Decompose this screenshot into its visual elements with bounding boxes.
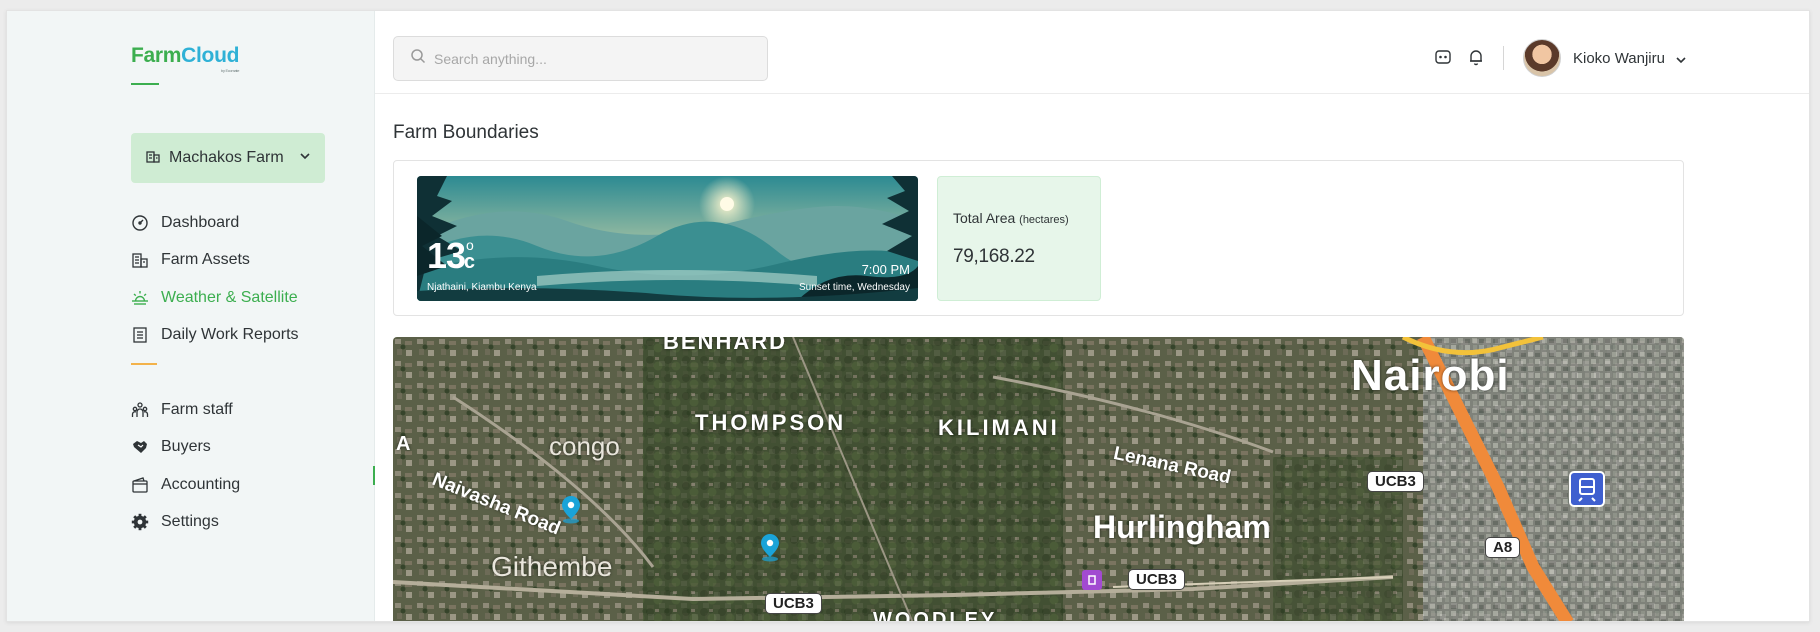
total-area-value: 79,168.22	[953, 246, 1035, 267]
gear-icon	[131, 513, 153, 531]
sidebar-item-label: Buyers	[161, 438, 211, 456]
farm-building-icon	[145, 148, 161, 169]
map-label: Nairobi	[1351, 351, 1510, 400]
sidebar-item-label: Farm staff	[161, 400, 233, 418]
sidebar-item-accounting[interactable]: Accounting	[131, 466, 240, 504]
road-shield: A8	[1485, 537, 1521, 558]
logo-farm-text: Farm	[131, 44, 182, 67]
sidebar-item-label: Accounting	[161, 475, 241, 493]
temperature-value: 13	[427, 235, 466, 276]
header-divider	[1503, 46, 1504, 70]
total-area-unit: (hectares)	[1019, 214, 1069, 226]
weather-sunset-label: Sunset time, Wednesday	[799, 282, 910, 293]
building-icon	[131, 251, 153, 269]
sidebar-item-label: Dashboard	[161, 213, 240, 231]
satellite-map[interactable]: BENHARD THOMPSON KILIMANI congo Naivasha…	[393, 337, 1684, 622]
sidebar-item-settings[interactable]: Settings	[131, 504, 240, 542]
main-nav: Dashboard Farm Assets Weather & Satellit…	[131, 204, 299, 354]
total-area-label: Total Area (hectares)	[953, 210, 1069, 226]
logo-cloud-text: Cloud	[181, 44, 240, 67]
total-area-label-text: Total Area	[953, 210, 1016, 226]
chevron-down-icon	[299, 149, 311, 167]
weather-widget: 13oc Njathaini, Kiambu Kenya 7:00 PM Sun…	[417, 176, 918, 301]
map-label: congo	[549, 431, 620, 461]
staff-icon	[131, 401, 153, 419]
user-name[interactable]: Kioko Wanjiru	[1573, 50, 1665, 67]
sidebar-item-dashboard[interactable]: Dashboard	[131, 204, 299, 242]
sidebar-item-buyers[interactable]: Buyers	[131, 429, 240, 467]
search-icon	[410, 48, 426, 69]
logo-underline	[131, 83, 159, 85]
weather-temperature: 13oc	[427, 235, 483, 277]
search-box[interactable]	[393, 36, 768, 81]
summary-card: 13oc Njathaini, Kiambu Kenya 7:00 PM Sun…	[393, 160, 1684, 316]
farm-selector-label: Machakos Farm	[169, 149, 284, 166]
avatar[interactable]	[1523, 39, 1561, 77]
map-label: A	[396, 433, 411, 455]
map-label: Hurlingham	[1093, 509, 1271, 545]
temperature-unit: c	[463, 251, 475, 273]
search-input[interactable]	[434, 50, 734, 67]
logo[interactable]: FarmCloud by Ecomate	[131, 44, 240, 73]
weather-location: Njathaini, Kiambu Kenya	[427, 282, 537, 293]
secondary-nav: Farm staff Buyers Accounting Settings	[131, 391, 240, 541]
road-shield: UCB3	[1367, 471, 1424, 492]
sidebar-item-farm-assets[interactable]: Farm Assets	[131, 242, 299, 280]
road-shield: UCB3	[1128, 569, 1185, 590]
weather-time: 7:00 PM	[861, 262, 910, 277]
sidebar-item-label: Farm Assets	[161, 251, 250, 269]
logo-byline: by Ecomate	[221, 68, 240, 73]
sidebar: FarmCloud by Ecomate Machakos Farm Dashb…	[7, 11, 375, 621]
map-label: WOODLEY	[873, 609, 998, 622]
sidebar-item-label: Weather & Satellite	[161, 288, 298, 306]
sidebar-item-daily-work-reports[interactable]: Daily Work Reports	[131, 317, 299, 355]
wallet-icon	[131, 476, 153, 494]
handshake-icon	[131, 438, 153, 456]
total-area-card: Total Area (hectares) 79,168.22	[937, 176, 1101, 301]
map-label: KILIMANI	[938, 415, 1060, 440]
map-label: BENHARD	[663, 337, 787, 354]
nav-divider	[131, 363, 157, 365]
bell-icon[interactable]	[1467, 48, 1485, 71]
sidebar-item-label: Settings	[161, 513, 219, 531]
map-label: Githembe	[491, 551, 613, 582]
sidebar-item-weather-satellite[interactable]: Weather & Satellite	[131, 279, 299, 317]
sidebar-scroll-indicator[interactable]	[373, 466, 375, 485]
map-label: THOMPSON	[695, 410, 847, 435]
sidebar-item-label: Daily Work Reports	[161, 326, 299, 344]
road-shield: UCB3	[765, 593, 822, 614]
chevron-down-icon[interactable]	[1675, 53, 1687, 71]
sun-icon	[131, 289, 153, 307]
chat-icon[interactable]	[1434, 48, 1452, 71]
farm-selector[interactable]: Machakos Farm	[131, 133, 325, 183]
app-window: FarmCloud by Ecomate Machakos Farm Dashb…	[6, 10, 1810, 622]
page-title: Farm Boundaries	[393, 122, 539, 143]
report-icon	[131, 326, 153, 344]
top-header: Kioko Wanjiru	[375, 11, 1809, 94]
dashboard-icon	[131, 214, 153, 232]
sidebar-item-farm-staff[interactable]: Farm staff	[131, 391, 240, 429]
